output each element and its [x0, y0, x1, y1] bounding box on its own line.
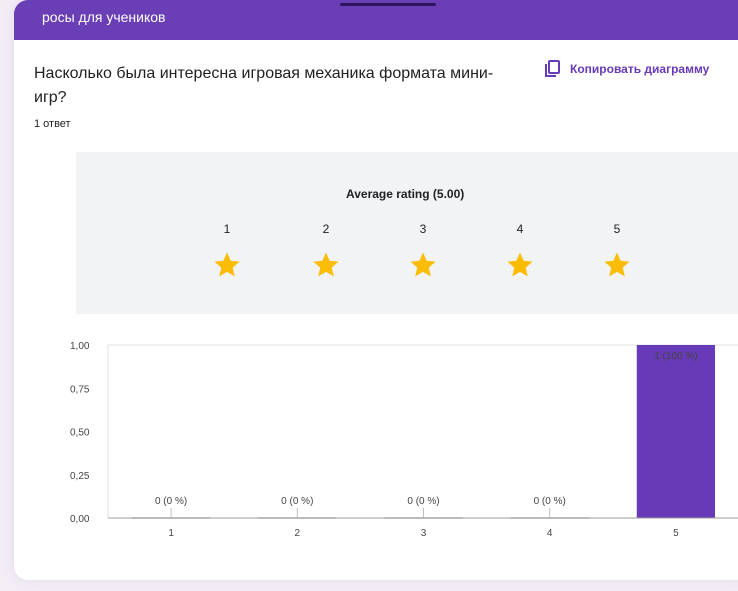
bar-chart: 0,00 0,25 0,50 0,75 1,00 0 (0 %) 1 0 (0 %) 2 0 (0…	[70, 341, 738, 539]
bar	[636, 345, 716, 518]
x-tick-label: 5	[673, 528, 679, 539]
x-tick-label: 3	[421, 528, 427, 539]
y-tick-label: 0,25	[70, 471, 90, 482]
y-tick-label: 0,50	[70, 428, 90, 439]
y-tick-label: 0,75	[70, 384, 90, 395]
data-label: 0 (0 %)	[155, 496, 187, 507]
data-label: 0 (0 %)	[281, 496, 313, 507]
summary-card: росы для учеников Насколько была интерес…	[14, 0, 738, 580]
data-label: 0 (0 %)	[407, 496, 439, 507]
y-tick-label: 1,00	[70, 341, 90, 352]
y-tick-label: 0,00	[70, 514, 90, 525]
x-tick-label: 1	[168, 528, 174, 539]
data-label: 1 (100 %)	[654, 351, 697, 362]
x-tick-label: 2	[295, 528, 301, 539]
data-label: 0 (0 %)	[534, 496, 566, 507]
x-tick-label: 4	[547, 528, 553, 539]
